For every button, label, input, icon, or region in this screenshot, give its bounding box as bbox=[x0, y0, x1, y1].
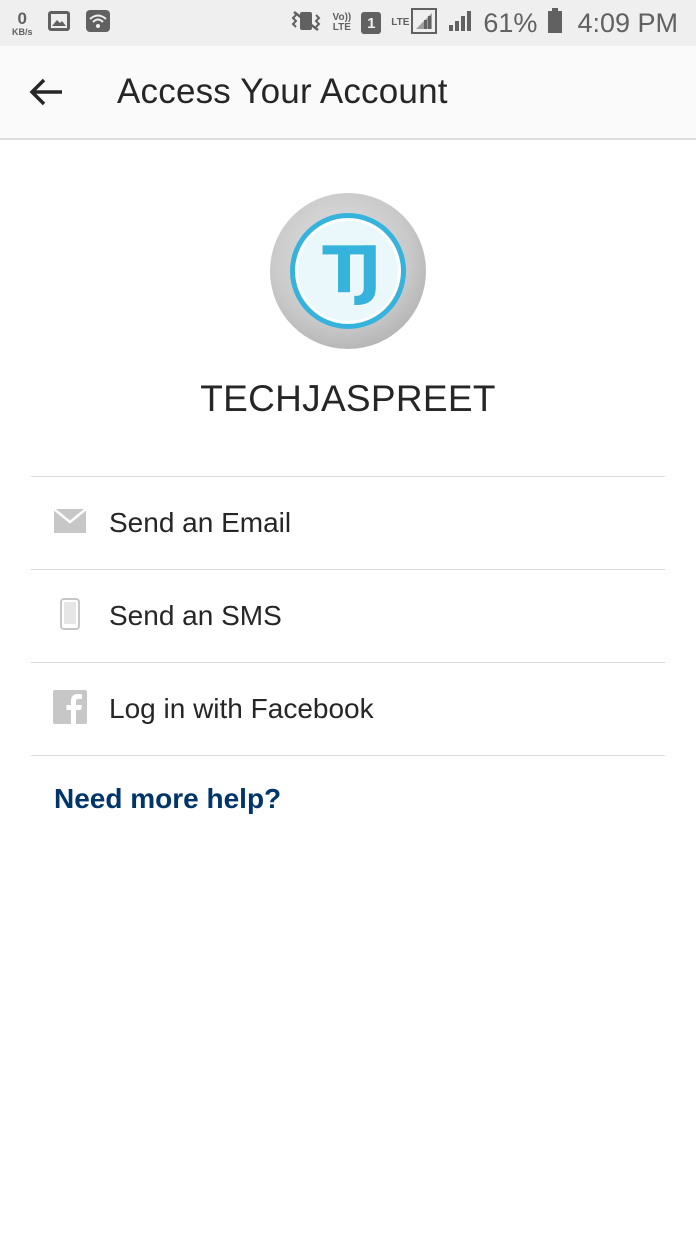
recovery-options-list: Send an Email Send an SMS Log in with Fa… bbox=[31, 476, 665, 756]
send-sms-label: Send an SMS bbox=[109, 600, 282, 631]
phone-icon bbox=[60, 597, 80, 635]
status-bar: 0 KB/s Vo)) LTE 1 LTE 61% 4:09 PM bbox=[0, 0, 696, 46]
back-button[interactable] bbox=[22, 70, 70, 118]
vibrate-icon bbox=[289, 10, 323, 37]
facebook-icon bbox=[53, 689, 87, 729]
sim-indicator: 1 bbox=[361, 12, 382, 34]
page-title: Access Your Account bbox=[117, 72, 448, 111]
volte-bottom-label: LTE bbox=[332, 22, 351, 33]
send-email-option[interactable]: Send an Email bbox=[31, 477, 665, 570]
signal-box-icon bbox=[411, 7, 438, 39]
facebook-login-option[interactable]: Log in with Facebook bbox=[31, 663, 665, 756]
battery-icon bbox=[547, 7, 563, 39]
arrow-left-icon bbox=[28, 77, 64, 112]
wifi-icon bbox=[85, 9, 111, 38]
username: TECHJASPREET bbox=[200, 378, 496, 419]
gallery-icon bbox=[47, 10, 71, 37]
app-bar: Access Your Account bbox=[0, 46, 696, 140]
need-more-help-link[interactable]: Need more help? bbox=[54, 783, 281, 815]
lte-label: LTE bbox=[391, 17, 410, 28]
facebook-login-label: Log in with Facebook bbox=[109, 693, 374, 724]
clock: 4:09 PM bbox=[577, 7, 678, 38]
network-speed: 0 KB/s bbox=[12, 10, 33, 37]
network-speed-value: 0 bbox=[17, 8, 27, 28]
avatar-logo: TJ bbox=[290, 213, 406, 329]
send-sms-option[interactable]: Send an SMS bbox=[31, 570, 665, 663]
mail-icon bbox=[53, 507, 87, 538]
avatar: TJ bbox=[270, 193, 426, 349]
battery-percent: 61% bbox=[483, 7, 538, 38]
signal-icon bbox=[447, 9, 473, 38]
volte-indicator: Vo)) LTE bbox=[333, 13, 352, 33]
network-speed-unit: KB/s bbox=[12, 26, 33, 37]
avatar-initials: TJ bbox=[322, 234, 382, 308]
send-email-label: Send an Email bbox=[109, 507, 292, 538]
lte-signal: LTE bbox=[391, 7, 438, 39]
